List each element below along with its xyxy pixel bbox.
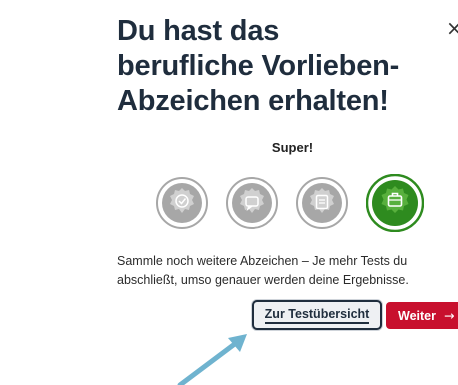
next-button[interactable]: Weiter →: [386, 302, 458, 329]
badge-icon-locked-1: [156, 177, 208, 229]
dialog-title: Du hast das berufliche Vorlieben-Abzeich…: [117, 15, 400, 117]
next-button-label: Weiter: [398, 308, 436, 323]
badge-icon-locked-2: [226, 177, 278, 229]
test-overview-button-label: Zur Testübersicht: [264, 307, 370, 324]
badge-icon-locked-3: [296, 177, 348, 229]
praise-text: Super!: [271, 140, 314, 155]
test-overview-button[interactable]: Zur Testübersicht: [252, 300, 382, 330]
dialog-description: Sammle noch weitere Abzeichen – Je mehr …: [117, 254, 409, 287]
badge-icon-earned: [366, 174, 424, 232]
close-icon[interactable]: ×: [446, 18, 458, 38]
arrow-right-icon: →: [443, 308, 455, 323]
